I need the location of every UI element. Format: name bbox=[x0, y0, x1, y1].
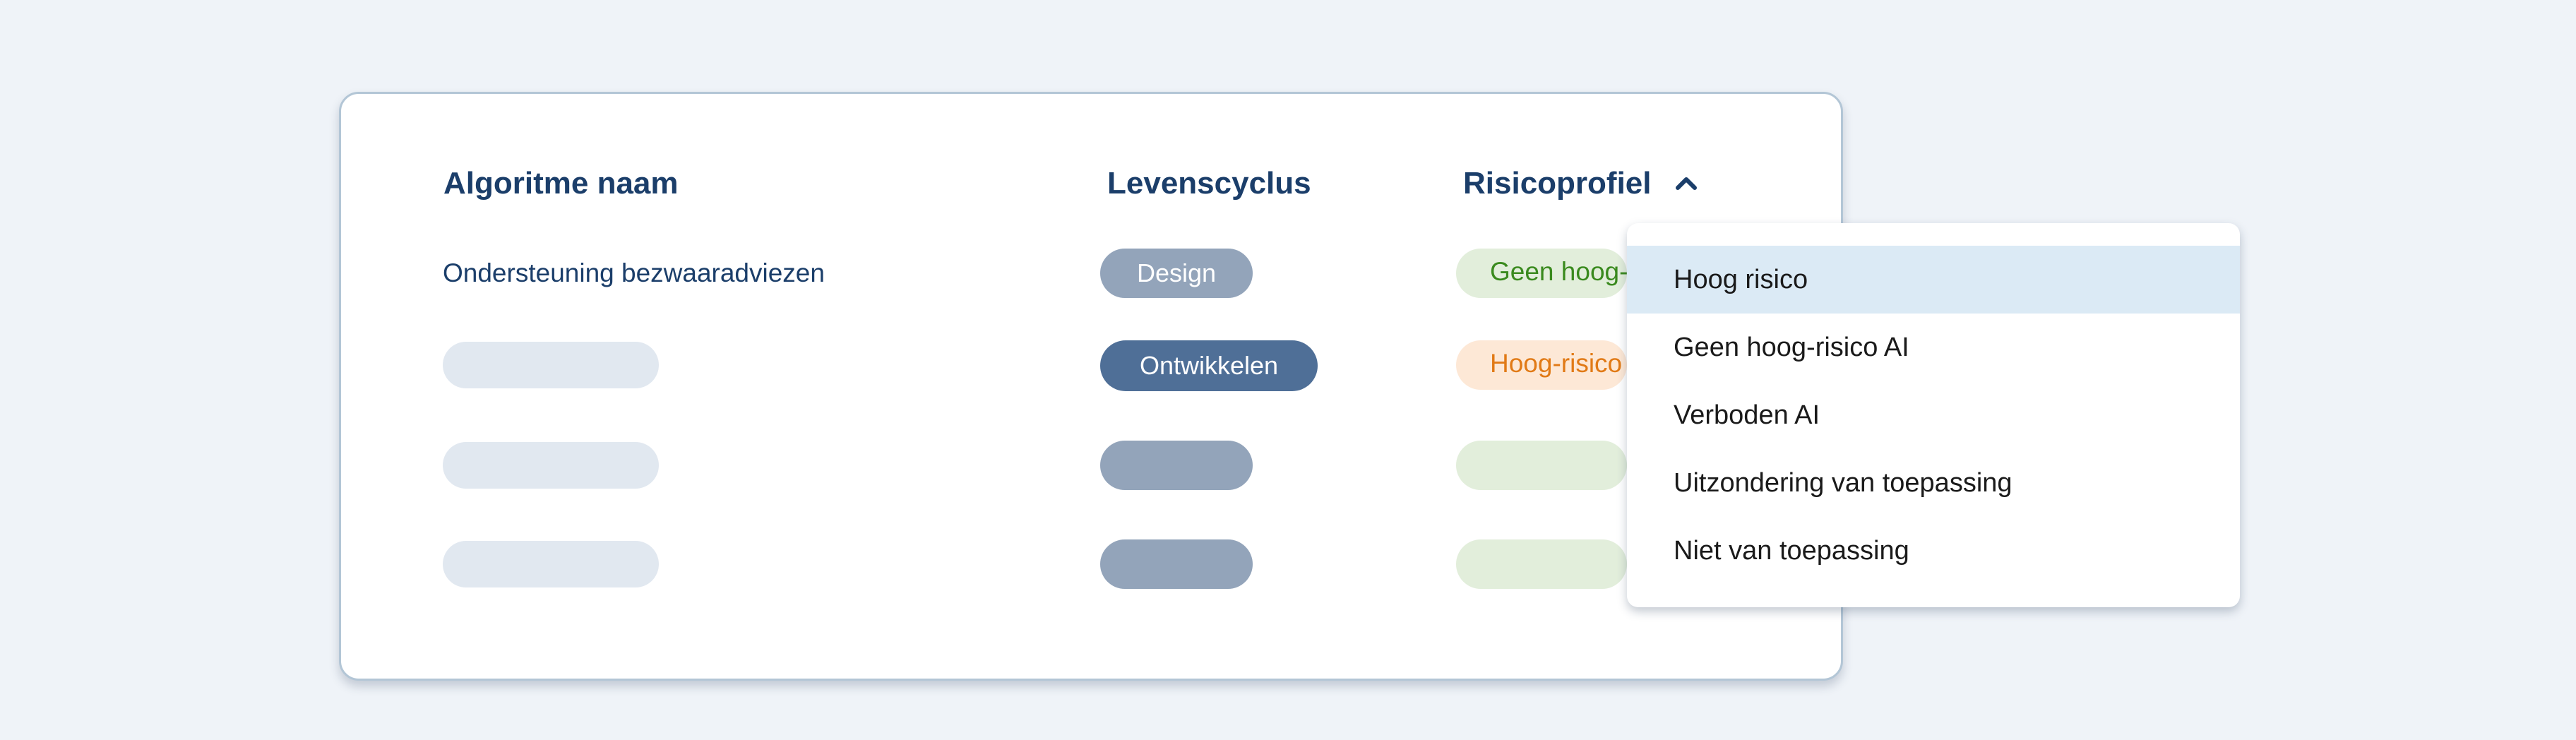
algorithm-name-placeholder bbox=[443, 541, 659, 587]
risk-badge-geen-hoog-risico: Geen hoog-risico AI bbox=[1456, 249, 1627, 298]
chevron-up-icon[interactable] bbox=[1672, 169, 1700, 198]
lifecycle-badge-ontwikkelen: Ontwikkelen bbox=[1100, 340, 1318, 391]
column-header-name[interactable]: Algoritme naam bbox=[443, 168, 679, 199]
dropdown-option-niet-van-toepassing[interactable]: Niet van toepassing bbox=[1627, 517, 2240, 585]
column-header-lifecycle[interactable]: Levenscyclus bbox=[1107, 168, 1311, 199]
risk-badge-placeholder bbox=[1456, 539, 1627, 589]
risk-badge-hoog-risico: Hoog-risico AI bbox=[1456, 340, 1627, 390]
lifecycle-badge-placeholder bbox=[1100, 539, 1253, 589]
dropdown-option-geen-hoog-risico-ai[interactable]: Geen hoog-risico AI bbox=[1627, 314, 2240, 381]
lifecycle-badge-design: Design bbox=[1100, 249, 1253, 298]
risk-filter-dropdown: Hoog risico Geen hoog-risico AI Verboden… bbox=[1627, 223, 2240, 607]
algorithm-name-placeholder bbox=[443, 442, 659, 489]
dropdown-option-uitzondering[interactable]: Uitzondering van toepassing bbox=[1627, 449, 2240, 517]
column-header-risk[interactable]: Risicoprofiel bbox=[1463, 168, 1652, 199]
lifecycle-badge-placeholder bbox=[1100, 441, 1253, 490]
risk-badge-placeholder bbox=[1456, 441, 1627, 490]
algorithm-name-cell[interactable]: Ondersteuning bezwaaradviezen bbox=[443, 260, 825, 286]
algorithm-name-placeholder bbox=[443, 342, 659, 388]
dropdown-option-verboden-ai[interactable]: Verboden AI bbox=[1627, 381, 2240, 449]
dropdown-option-hoog-risico[interactable]: Hoog risico bbox=[1627, 246, 2240, 314]
